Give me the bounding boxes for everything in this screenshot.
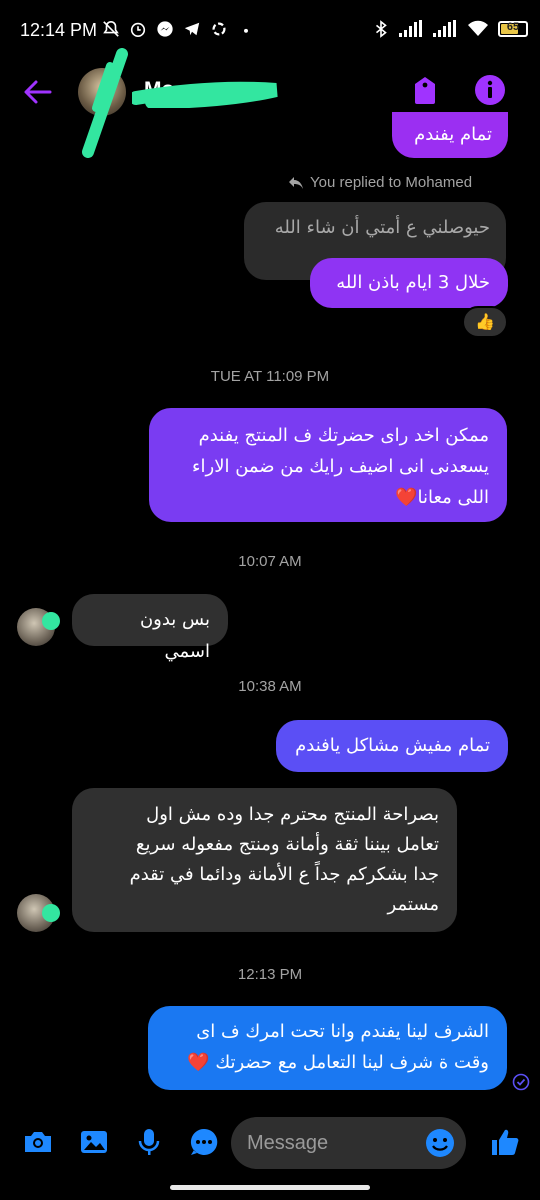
reply-icon [289,176,303,189]
outgoing-message[interactable]: تمام يفندم [392,112,508,158]
alarm-icon [130,22,146,38]
sync-icon [212,22,226,36]
dot-icon [244,28,248,33]
outgoing-message[interactable]: تمام مفيش مشاكل يافندم [276,720,508,772]
read-receipt-icon [512,1073,530,1091]
telegram-icon [184,22,200,36]
microphone-icon[interactable] [133,1126,165,1158]
arrow-left-icon[interactable] [20,74,56,110]
camera-icon[interactable] [22,1126,54,1158]
reaction-badge[interactable]: 👍 [462,306,508,338]
redaction-scribble [82,48,128,158]
timestamp: TUE AT 11:09 PM [210,368,330,385]
message-line: اللى معانا❤️ [395,487,489,508]
redaction-scribble [42,612,60,630]
redaction-scribble [132,81,278,108]
thumbs-up-reaction: 👍 [475,312,495,331]
home-indicator[interactable] [170,1185,370,1190]
status-icons-right: 65 [372,20,528,38]
message-line: مستمر [387,894,439,915]
battery-icon: 65 [498,21,528,37]
tag-icon[interactable] [410,74,440,106]
outgoing-message[interactable]: الشرف لينا يفندم وانا تحت امرك ف اى وقت … [148,1006,507,1090]
message-text: خلال 3 ايام باذن الله [336,272,490,293]
mute-icon [103,20,119,37]
thumbs-up-icon[interactable] [489,1126,521,1158]
emoji-icon[interactable] [424,1127,456,1159]
wifi-icon [468,20,488,36]
status-icons-left [102,20,255,38]
message-text: تمام مفيش مشاكل يافندم [295,735,490,756]
battery-level: 65 [506,21,520,33]
timestamp: 10:38 AM [238,678,302,695]
bluetooth-icon [375,20,387,38]
message-line: يسعدنى انى اضيف رايك من ضمن الاراء [192,456,489,477]
composer-bar [0,1110,540,1180]
message-field[interactable] [231,1117,466,1169]
message-text: بس بدون اسمي [139,609,210,662]
outgoing-message[interactable]: خلال 3 ايام باذن الله [310,258,508,308]
message-line: وقت ة شرف لينا التعامل مع حضرتك ❤️ [187,1052,489,1073]
status-time: 12:14 PM [20,20,98,40]
message-line: الشرف لينا يفندم وانا تحت امرك ف اى [196,1021,489,1042]
incoming-message[interactable]: بصراحة المنتج محترم جدا وده مش اول تعامل… [72,788,457,932]
message-line: ممكن اخد راى حضرتك ف المنتج يفندم [198,425,489,446]
timestamp: 10:07 AM [238,553,302,570]
gallery-icon[interactable] [78,1126,110,1158]
outgoing-message[interactable]: ممكن اخد راى حضرتك ف المنتج يفندم يسعدنى… [149,408,507,522]
message-line: بصراحة المنتج محترم جدا وده مش اول [146,804,439,825]
message-line: جدا بشكركم جداً ع الأمانة ودائما في تقدم [129,864,439,885]
more-icon[interactable] [188,1126,220,1158]
redaction-scribble [42,904,60,922]
reply-note-text: You replied to Mohamed [310,174,473,191]
incoming-message[interactable]: بس بدون اسمي [72,594,228,662]
message-input[interactable] [247,1117,417,1169]
quoted-text: حيوصلني ع أمتي أن شاء الله [274,217,490,238]
message-line: تعامل بيننا ثقة وأمانة ومنتج مفعوله سريع [135,834,439,855]
timestamp: 12:13 PM [237,966,303,983]
signal-icon [399,20,422,37]
info-icon[interactable] [474,74,506,106]
messenger-icon [157,21,173,37]
signal-icon [433,20,456,37]
reply-note: You replied to Mohamed [288,174,472,191]
message-text: تمام يفندم [414,124,492,145]
